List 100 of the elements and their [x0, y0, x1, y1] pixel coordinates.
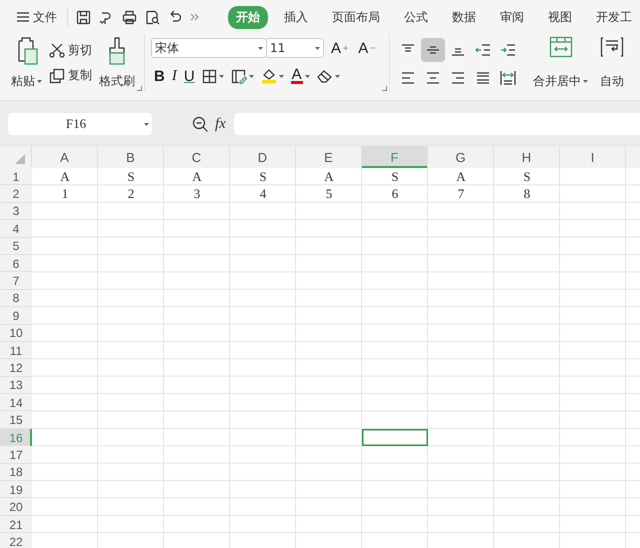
row-header[interactable]: 5 — [0, 238, 32, 255]
ribbon-tab[interactable]: 页面布局 — [324, 6, 388, 28]
indent-icon — [500, 43, 516, 57]
table-cell-text: 3 — [192, 185, 202, 203]
caret-icon — [278, 74, 284, 78]
format-painter-button[interactable]: 格式刷 — [96, 34, 138, 92]
row-header[interactable]: 7 — [0, 272, 32, 290]
fill-bucket-icon — [260, 68, 277, 84]
eraser-icon — [316, 69, 333, 83]
bold-button[interactable]: B — [151, 66, 168, 86]
column-header[interactable]: G — [428, 146, 494, 168]
file-menu[interactable]: 文件 — [14, 6, 59, 28]
table-cell-text: 1 — [60, 185, 70, 203]
caret-icon — [37, 80, 42, 83]
align-center-icon — [425, 71, 441, 85]
shrink-font-button[interactable]: A$^{−}$ — [355, 38, 379, 58]
font-size-select[interactable]: 11 — [266, 38, 324, 58]
table-cell-text: A — [323, 168, 335, 186]
column-header[interactable]: I — [560, 146, 626, 168]
italic-button[interactable]: I — [168, 66, 180, 86]
table-cell-text: S — [390, 168, 400, 186]
ribbon-tab[interactable]: 视图 — [540, 6, 580, 28]
more-icon — [190, 12, 200, 22]
row-header[interactable]: 18 — [0, 464, 32, 482]
row-header[interactable]: 11 — [0, 342, 32, 360]
undo-icon — [168, 10, 182, 24]
align-right-icon — [450, 71, 466, 85]
wrap-text-icon — [600, 36, 624, 58]
table-cell-text: 7 — [456, 185, 466, 203]
font-color-button[interactable]: A — [288, 66, 313, 86]
ribbon-tab[interactable]: 公式 — [396, 6, 436, 28]
row-header[interactable]: 10 — [0, 324, 32, 342]
copy-button[interactable]: 复制 — [47, 65, 94, 86]
row-header[interactable]: 4 — [0, 220, 32, 238]
caret-icon — [144, 122, 149, 126]
table-cell-text: S — [522, 168, 532, 186]
row-header[interactable]: 14 — [0, 394, 32, 412]
row-header[interactable]: 2 — [0, 185, 32, 203]
underline-button[interactable]: U — [180, 66, 198, 86]
ribbon-tab[interactable]: 审阅 — [492, 6, 532, 28]
table-cell-text: 4 — [258, 185, 268, 203]
caret-icon — [304, 74, 310, 78]
table-cell-text: A — [59, 168, 71, 186]
column-header[interactable]: E — [296, 146, 362, 168]
print-icon — [122, 10, 137, 24]
caret-icon — [315, 46, 320, 50]
active-cell[interactable] — [362, 428, 428, 446]
row-header[interactable]: 19 — [0, 481, 32, 498]
border-icon — [202, 68, 217, 84]
align-button[interactable] — [421, 38, 445, 62]
function-label[interactable]: fx — [215, 116, 226, 132]
table-cell-text: 2 — [126, 185, 136, 203]
row-header[interactable]: 6 — [0, 254, 32, 272]
name-box[interactable]: F16 — [8, 113, 152, 135]
row-header[interactable]: 21 — [0, 516, 32, 534]
table-cell-text: A — [455, 168, 467, 186]
caret-icon — [248, 74, 254, 78]
row-header[interactable]: 12 — [0, 359, 32, 377]
column-header[interactable]: C — [164, 146, 230, 168]
menu-icon — [16, 11, 30, 23]
table-cell-text: 6 — [390, 185, 400, 203]
column-header[interactable]: A — [32, 146, 98, 168]
font-select[interactable]: 宋体 — [151, 38, 267, 58]
row-header[interactable]: 20 — [0, 498, 32, 516]
row-header[interactable]: 17 — [0, 446, 32, 464]
row-header[interactable]: 8 — [0, 290, 32, 308]
row-header[interactable]: 13 — [0, 376, 32, 394]
grow-font-button[interactable]: A$^{+}$ — [328, 38, 352, 58]
row-header[interactable]: 1 — [0, 168, 32, 186]
print-preview-icon — [145, 10, 160, 24]
justify-icon — [475, 71, 491, 85]
scissors-icon — [49, 43, 65, 58]
table-cell-text: S — [258, 168, 268, 186]
zoom-icon — [192, 116, 209, 132]
table-cell-text: S — [126, 168, 136, 186]
wrap-text-button[interactable]: 自动 — [597, 34, 627, 92]
merge-center-button[interactable]: 合并居中 — [530, 34, 591, 92]
table-cell-text: A — [191, 168, 203, 186]
ribbon-tab[interactable]: 插入 — [276, 6, 316, 28]
align-left-icon — [400, 71, 416, 85]
column-header[interactable]: D — [230, 146, 296, 168]
row-header[interactable]: 3 — [0, 202, 32, 220]
caret-icon — [258, 46, 263, 50]
column-header[interactable]: H — [494, 146, 560, 168]
outdent-icon — [475, 43, 491, 57]
merge-cells-icon — [548, 36, 572, 58]
distribute-icon — [500, 70, 516, 86]
cut-button[interactable]: 剪切 — [47, 40, 94, 61]
caret-icon — [334, 74, 340, 78]
ribbon-tab[interactable]: 开发工 — [588, 6, 640, 28]
row-header[interactable]: 15 — [0, 411, 32, 429]
table-pen-icon — [230, 68, 247, 84]
table-cell-text: 5 — [324, 185, 334, 203]
caret-icon — [218, 74, 224, 78]
select-all-icon — [15, 154, 25, 164]
row-header[interactable]: 22 — [0, 533, 32, 548]
ribbon-tab[interactable]: 数据 — [444, 6, 484, 28]
row-header[interactable]: 9 — [0, 307, 32, 325]
paste-button[interactable]: 粘贴 — [8, 34, 45, 92]
column-header[interactable]: B — [98, 146, 164, 168]
